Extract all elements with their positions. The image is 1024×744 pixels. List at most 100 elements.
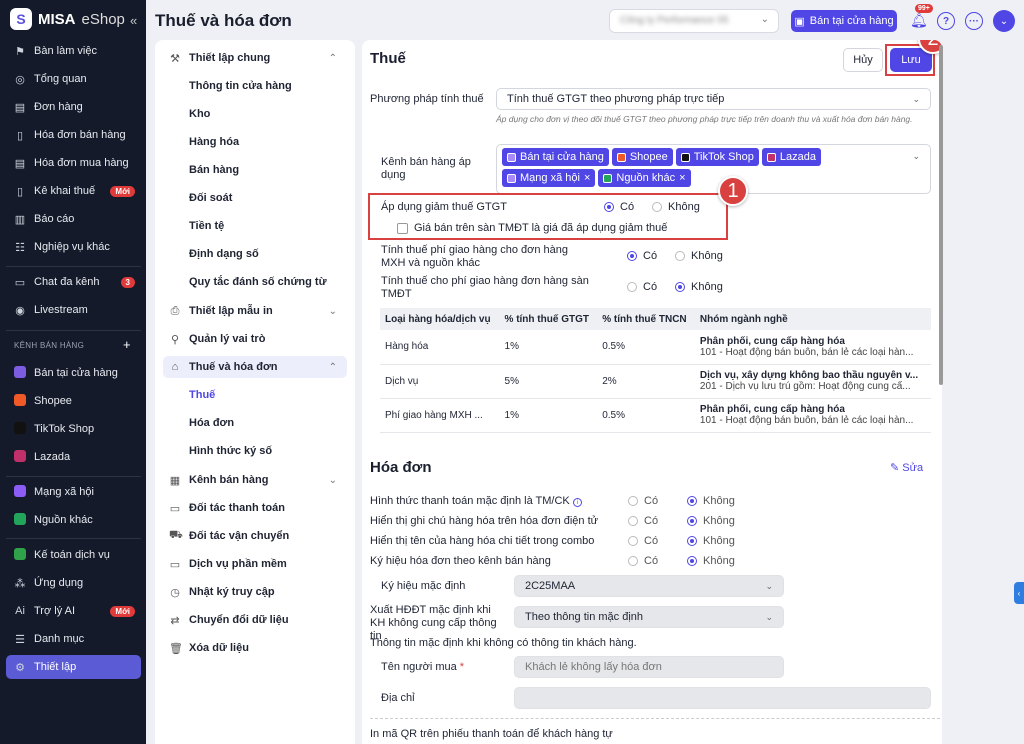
side-panel-toggle[interactable]: ‹ — [1014, 582, 1024, 604]
nav-item[interactable]: Hóa đơn — [163, 412, 347, 434]
table-cell: 0.5% — [597, 330, 695, 365]
nav-item[interactable]: ⛟ Đối tác vận chuyển — [163, 525, 347, 547]
channel-tag[interactable]: Shopee — [611, 148, 673, 166]
nav-item[interactable]: ▭ Dịch vụ phần mềm — [163, 553, 347, 575]
sidebar-item[interactable]: ⚑ Bàn làm việc — [6, 39, 141, 63]
channel-tag[interactable]: Mạng xã hội × — [502, 169, 596, 187]
ship-social-yes-radio[interactable]: Có — [627, 250, 657, 262]
help-icon[interactable]: ? — [937, 12, 955, 30]
sidebar-item[interactable]: TikTok Shop — [6, 417, 141, 441]
nav-item[interactable]: Bán hàng — [163, 159, 347, 181]
channel-tag[interactable]: Bán tại cửa hàng — [502, 148, 609, 166]
sidebar-item[interactable]: Shopee — [6, 389, 141, 413]
channel-tag[interactable]: TikTok Shop — [675, 148, 759, 166]
ecom-price-checkbox[interactable]: Giá bán trên sàn TMĐT là giá đã áp dụng … — [397, 222, 667, 234]
sidebar-item[interactable]: ☰ Danh mục — [6, 627, 141, 651]
nav-item[interactable]: Định dạng số — [163, 243, 347, 265]
nav-item[interactable]: 🗑 Xóa dữ liệu — [163, 637, 347, 659]
sidebar-item[interactable]: ☷ Nghiệp vụ khác — [6, 235, 141, 259]
sidebar-item[interactable]: Mạng xã hội — [6, 480, 141, 504]
ship-ecom-no-radio[interactable]: Không — [675, 281, 723, 293]
collapse-sidebar-button[interactable]: « — [130, 13, 137, 28]
reduce-tax-yes-radio[interactable]: Có — [604, 201, 634, 213]
nav-item[interactable]: ▦ Kênh bán hàng ⌄ — [163, 469, 347, 491]
invoice-option-no-radio[interactable]: Không — [687, 555, 735, 567]
logo[interactable]: S MISA eShop — [10, 8, 125, 30]
sidebar-item-label: Chat đa kênh — [34, 276, 100, 288]
nav-item[interactable]: Hình thức ký số — [163, 440, 347, 462]
avatar[interactable]: ⌄ — [993, 10, 1015, 32]
tax-method-select[interactable]: Tính thuế GTGT theo phương pháp trực tiế… — [496, 88, 931, 110]
radio-unchecked — [628, 536, 638, 546]
channel-tag[interactable]: Nguồn khác × — [598, 169, 691, 187]
buyer-name-input[interactable]: Khách lẻ không lấy hóa đơn — [514, 656, 784, 678]
sidebar-item[interactable]: ◎ Tổng quan — [6, 67, 141, 91]
nav-item[interactable]: ⚒ Thiết lập chung ⌃ — [163, 47, 347, 69]
nav-item[interactable]: ⌂ Thuế và hóa đơn ⌃ — [163, 356, 347, 378]
cancel-button[interactable]: Hủy — [843, 48, 883, 72]
nav-item[interactable]: Quy tắc đánh số chứng từ — [163, 271, 347, 293]
sidebar-item-label: Shopee — [34, 395, 72, 407]
edit-invoice-button[interactable]: ✎ Sửa — [890, 461, 923, 474]
invoice-option-no-radio[interactable]: Không — [687, 535, 735, 547]
nav-item[interactable]: Đối soát — [163, 187, 347, 209]
address-input[interactable] — [514, 687, 931, 709]
invoice-option-no-radio[interactable]: Không — [687, 495, 735, 507]
method-hint: Áp dụng cho đơn vị theo dõi thuế GTGT th… — [496, 114, 913, 124]
sidebar-item[interactable]: ◉ Livestream — [6, 298, 141, 322]
sidebar-item[interactable]: Lazada — [6, 445, 141, 469]
divider — [6, 476, 141, 477]
add-channel-button[interactable]: + — [123, 337, 131, 352]
sidebar-item[interactable]: ▤ Đơn hàng — [6, 95, 141, 119]
sidebar-item[interactable]: Bán tại cửa hàng — [6, 361, 141, 385]
invoice-option-no-radio[interactable]: Không — [687, 515, 735, 527]
settings-nav: ⚒ Thiết lập chung ⌃ Thông tin cửa hàng Kho Hà… — [155, 40, 355, 744]
info-icon[interactable]: i — [572, 498, 582, 507]
nav-item[interactable]: ▭ Đối tác thanh toán — [163, 497, 347, 519]
nav-item[interactable]: Thông tin cửa hàng — [163, 75, 347, 97]
sidebar-item[interactable]: Ai Trợ lý AI Mới — [6, 599, 141, 623]
nav-item[interactable]: ⎙ Thiết lập mẫu in ⌄ — [163, 300, 347, 322]
nav-item[interactable]: ⚲ Quản lý vai trò — [163, 328, 347, 350]
nav-item[interactable]: Tiền tệ — [163, 215, 347, 237]
invoice-option-yes-radio[interactable]: Có — [628, 555, 658, 567]
nav-item[interactable]: ◷ Nhật ký truy cập — [163, 581, 347, 603]
sidebar-item[interactable]: ⚙ Thiết lập — [6, 655, 141, 679]
remove-tag-icon[interactable]: × — [584, 172, 590, 184]
sidebar-item[interactable]: ⁂ Ứng dụng — [6, 571, 141, 595]
invoice-option-yes-radio[interactable]: Có — [628, 495, 658, 507]
invoice-option-yes-radio[interactable]: Có — [628, 515, 658, 527]
remove-tag-icon[interactable]: × — [679, 172, 685, 184]
nav-item-label: Quản lý vai trò — [189, 333, 266, 345]
table-row[interactable]: Dịch vụ 5% 2% Dịch vụ, xây dựng không bao t… — [380, 364, 931, 399]
sidebar-item[interactable]: ▯ Kê khai thuế Mới — [6, 179, 141, 203]
channel-tag[interactable]: Lazada — [761, 148, 821, 166]
table-row[interactable]: Phí giao hàng MXH ... 1% 0.5% Phân phối, cu… — [380, 398, 931, 433]
invoice-option-yes-radio[interactable]: Có — [628, 535, 658, 547]
nav-item[interactable]: Kho — [163, 103, 347, 125]
table-row[interactable]: Hàng hóa 1% 0.5% Phân phối, cung cấp hàng h… — [380, 330, 931, 365]
sidebar-item[interactable]: ▭ Chat đa kênh 3 — [6, 270, 141, 294]
more-icon[interactable]: ··· — [965, 12, 983, 30]
sidebar-item[interactable]: ▯ Hóa đơn bán hàng — [6, 123, 141, 147]
sidebar-item[interactable]: Kế toán dịch vụ — [6, 543, 141, 567]
store-sale-button[interactable]: ▣ Bán tại cửa hàng — [791, 10, 897, 32]
scrollbar[interactable] — [939, 45, 943, 385]
reduce-tax-no-radio[interactable]: Không — [652, 201, 700, 213]
export-select[interactable]: Theo thông tin mặc định ⌄ — [514, 606, 784, 628]
nav-item[interactable]: Hàng hóa — [163, 131, 347, 153]
nav-item[interactable]: ⇄ Chuyển đổi dữ liệu — [163, 609, 347, 631]
sidebar-item[interactable]: ▥ Báo cáo — [6, 207, 141, 231]
bell-icon[interactable]: 🔔︎ — [910, 12, 928, 29]
sidebar-item[interactable]: ▤ Hóa đơn mua hàng — [6, 151, 141, 175]
company-select[interactable]: Công ty Performance 05 ⌄ — [609, 9, 779, 33]
ship-social-no-radio[interactable]: Không — [675, 250, 723, 262]
channels-multiselect[interactable]: Bán tại cửa hàng Shopee TikTok Shop Lazada M… — [496, 144, 931, 194]
chart-icon: ▥ — [14, 213, 26, 226]
symbol-select[interactable]: 2C25MAA ⌄ — [514, 575, 784, 597]
nav-item[interactable]: Thuế — [163, 384, 347, 406]
gear-icon: ⚙ — [15, 661, 25, 674]
ship-ecom-yes-radio[interactable]: Có — [627, 281, 657, 293]
radio-label: Không — [691, 281, 723, 293]
sidebar-item[interactable]: Nguồn khác — [6, 508, 141, 532]
